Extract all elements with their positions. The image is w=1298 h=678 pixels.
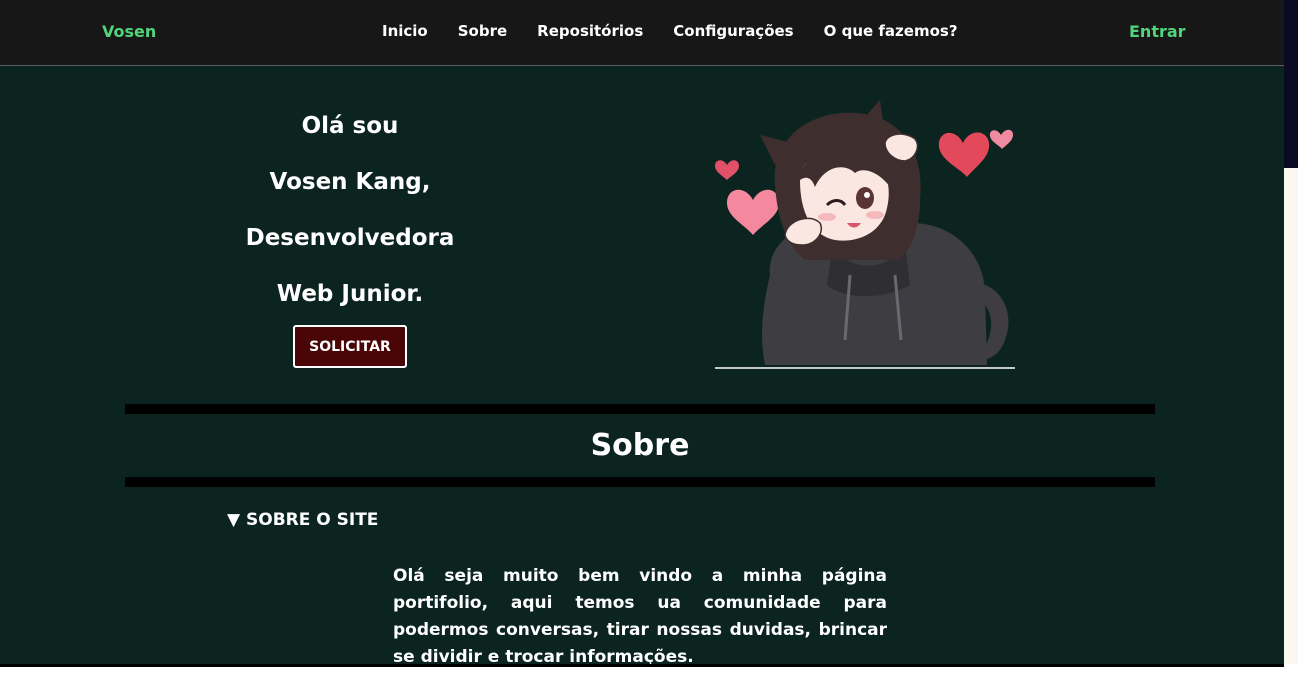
section-title-sobre: Sobre — [590, 428, 690, 463]
page: Vosen Inicio Sobre Repositórios Configur… — [0, 0, 1284, 664]
section-divider-top — [125, 404, 1155, 414]
solicitar-button[interactable]: SOLICITAR — [293, 325, 407, 368]
scrollbar-track[interactable] — [1284, 168, 1298, 664]
hero-line-2: Vosen Kang, — [269, 169, 431, 195]
nav-o-que-fazemos[interactable]: O que fazemos? — [824, 22, 958, 40]
nav-links: Inicio Sobre Repositórios Configurações … — [382, 22, 958, 40]
nav-inicio[interactable]: Inicio — [382, 22, 428, 40]
hero-line-3: Desenvolvedora — [245, 225, 455, 251]
anime-cat-girl-image — [715, 100, 1015, 369]
sobre-o-site-toggle[interactable]: ▼ SOBRE O SITE — [227, 510, 378, 530]
nav-sobre[interactable]: Sobre — [458, 22, 507, 40]
brand-link[interactable]: Vosen — [102, 22, 156, 41]
heart-icon — [727, 189, 779, 235]
login-link[interactable]: Entrar — [1129, 22, 1186, 41]
about-paragraph: Olá seja muito bem vindo a minha página … — [393, 566, 887, 664]
hero-line-1: Olá sou — [301, 113, 399, 139]
hero-line-4: Web Junior. — [276, 281, 424, 307]
scrollbar-thumb[interactable] — [1284, 0, 1298, 168]
heart-icon — [938, 132, 990, 177]
nav-configuracoes[interactable]: Configurações — [673, 22, 793, 40]
navbar: Vosen Inicio Sobre Repositórios Configur… — [0, 0, 1284, 66]
page-bottom-edge — [0, 664, 1284, 667]
heart-icon — [715, 160, 739, 180]
section-divider-bottom — [125, 477, 1155, 487]
heart-icon — [989, 129, 1013, 149]
nav-repositorios[interactable]: Repositórios — [537, 22, 643, 40]
